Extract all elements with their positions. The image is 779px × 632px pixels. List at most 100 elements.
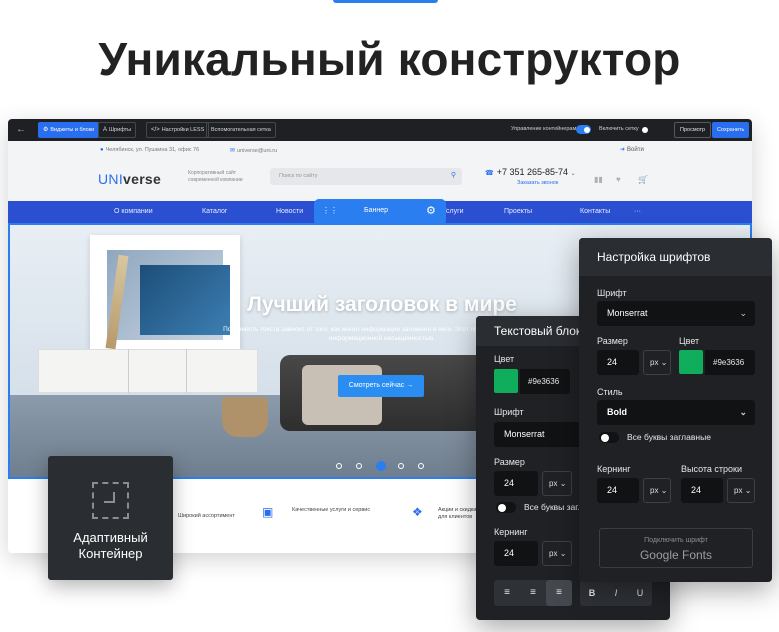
block-name: Баннер	[364, 207, 389, 214]
font-label: Шрифт	[597, 288, 627, 298]
gear-icon[interactable]: ⚙	[426, 204, 436, 217]
line-height-label: Высота строки	[681, 464, 743, 474]
color-swatch[interactable]	[494, 369, 518, 393]
italic-button[interactable]: I	[604, 580, 628, 606]
color-swatch[interactable]	[679, 350, 703, 374]
slider-dot[interactable]	[356, 463, 362, 469]
drag-handle-icon[interactable]: ⋮⋮	[322, 206, 338, 215]
helper-grid-button[interactable]: Вспомогательная сетка	[206, 122, 276, 138]
size-input[interactable]: 24	[494, 471, 538, 496]
panel-title: Настройка шрифтов	[579, 238, 772, 276]
save-button[interactable]: Сохранить	[712, 122, 750, 138]
color-hex-input[interactable]: #9e3636	[705, 350, 755, 375]
editor-toolbar: ← ⚙ Виджеты и блоки A Шрифты </> Настройки …	[8, 119, 752, 141]
kerning-input[interactable]: 24	[494, 541, 538, 566]
site-header: ● Челябинск, ул. Пушкина 31, офис 76 ✉ uni…	[8, 141, 752, 201]
google-fonts-button[interactable]: Подключить шрифт Google Fonts	[599, 528, 753, 568]
align-center-icon[interactable]: ≡	[520, 580, 546, 606]
align-right-icon[interactable]: ≡	[546, 580, 572, 606]
adaptive-container-label: Адаптивный Контейнер	[73, 530, 148, 561]
size-input[interactable]: 24	[597, 350, 639, 375]
style-select[interactable]: Bold ⌄	[597, 400, 755, 425]
widgets-button[interactable]: ⚙ Виджеты и блоки	[38, 122, 100, 138]
container-icon	[92, 482, 129, 519]
color-label: Цвет	[679, 336, 700, 346]
nav-item-more[interactable]: ···	[634, 208, 641, 215]
page-headline: Уникальный конструктор	[98, 33, 681, 85]
fonts-button[interactable]: A Шрифты	[98, 122, 137, 138]
nav-item-catalog[interactable]: Каталог	[202, 208, 227, 215]
chevron-down-icon: ⌄	[559, 479, 567, 488]
nav-item-about[interactable]: О компании	[114, 208, 153, 215]
color-hex-input[interactable]: #9e3636	[520, 369, 570, 394]
email[interactable]: ✉ universe@uni.ru	[230, 147, 277, 154]
search-placeholder: Поиск по сайту	[279, 173, 318, 179]
size-label: Размер	[597, 336, 628, 346]
nav-item-contacts[interactable]: Контакты	[580, 208, 610, 215]
kerning-input[interactable]: 24	[597, 478, 639, 503]
slider-dot[interactable]	[336, 463, 342, 469]
arrow-left-icon[interactable]: ←	[14, 123, 28, 137]
cart-icon[interactable]: 🛒	[638, 175, 648, 184]
chevron-down-icon: ⌄	[739, 407, 747, 417]
uppercase-toggle[interactable]	[496, 502, 516, 513]
color-label: Цвет	[494, 354, 515, 364]
banner-cta-button[interactable]: Смотреть сейчас →	[338, 375, 424, 397]
size-unit-select[interactable]: px ⌄	[643, 350, 671, 375]
callback-link[interactable]: Заказать звонок	[517, 180, 558, 186]
search-icon[interactable]: ⚲	[451, 171, 456, 179]
uppercase-toggle[interactable]	[599, 432, 619, 443]
kerning-unit-select[interactable]: px ⌄	[542, 541, 572, 566]
kerning-label: Кернинг	[494, 527, 528, 537]
containers-toggle-label: Управление контейнерами	[511, 126, 580, 132]
monitor-icon: ▣	[262, 505, 274, 519]
adaptive-container-card[interactable]: Адаптивный Контейнер	[48, 456, 173, 580]
bold-button[interactable]: B	[580, 580, 604, 606]
shirt-icon: ❖	[412, 505, 423, 519]
top-accent-bar	[333, 0, 438, 3]
feature-text: Акции и скидки для клиентов	[438, 507, 477, 520]
font-select[interactable]: Monserrat	[494, 422, 584, 447]
kerning-label: Кернинг	[597, 464, 631, 474]
underline-button[interactable]: U	[628, 580, 652, 606]
gear-icon: ⚙	[43, 127, 49, 133]
preview-button[interactable]: Просмотр	[674, 122, 712, 138]
chevron-down-icon: ⌄	[660, 486, 668, 495]
kerning-unit-select[interactable]: px ⌄	[643, 478, 671, 503]
feature-text: Широкий ассортимент	[178, 513, 235, 519]
main-nav: О компании Каталог Новости Услуги Проект…	[8, 199, 752, 225]
nav-item-news[interactable]: Новости	[276, 208, 303, 215]
login-link[interactable]: ➜ Войти	[620, 146, 644, 153]
block-selector[interactable]: ⋮⋮ Баннер ⚙	[314, 199, 446, 225]
phone[interactable]: ☎ +7 351 265-85-74 ⌄	[485, 167, 576, 177]
slider-dot[interactable]	[418, 463, 424, 469]
search-input[interactable]: Поиск по сайту ⚲	[270, 168, 462, 185]
line-height-input[interactable]: 24	[681, 478, 723, 503]
map-pin-icon: ●	[100, 147, 104, 153]
cabinet-divider	[186, 349, 187, 393]
containers-toggle[interactable]	[576, 125, 591, 134]
phone-icon: ☎	[485, 170, 494, 177]
line-height-unit-select[interactable]: px ⌄	[727, 478, 755, 503]
align-left-icon[interactable]: ≡	[494, 580, 520, 606]
font-icon: A	[103, 127, 108, 133]
font-settings-panel: Настройка шрифтов Шрифт Monserrat ⌄ Разме…	[579, 238, 772, 582]
cabinet-divider	[128, 349, 129, 393]
font-select[interactable]: Monserrat ⌄	[597, 301, 755, 326]
size-unit-select[interactable]: px ⌄	[542, 471, 572, 496]
style-label: Стиль	[597, 387, 623, 397]
heart-icon[interactable]: ♥	[616, 175, 621, 184]
logo[interactable]: UNIverse	[98, 171, 161, 187]
compare-icon[interactable]: ▮▮	[594, 175, 603, 184]
grid-toggle[interactable]	[640, 125, 655, 134]
address: ● Челябинск, ул. Пушкина 31, офис 76	[100, 147, 200, 153]
slider-dot-active[interactable]	[376, 461, 386, 471]
code-icon: </>	[151, 127, 160, 133]
chevron-down-icon: ⌄	[570, 171, 576, 177]
feature-text: Качественные услуги и сервис	[292, 507, 371, 513]
slider-dot[interactable]	[398, 463, 404, 469]
less-settings-button[interactable]: </> Настройки LESS	[146, 122, 210, 138]
nav-item-projects[interactable]: Проекты	[504, 208, 532, 215]
page-root: Уникальный конструктор ← ⚙ Виджеты и блок…	[0, 0, 779, 632]
font-label: Шрифт	[494, 407, 524, 417]
